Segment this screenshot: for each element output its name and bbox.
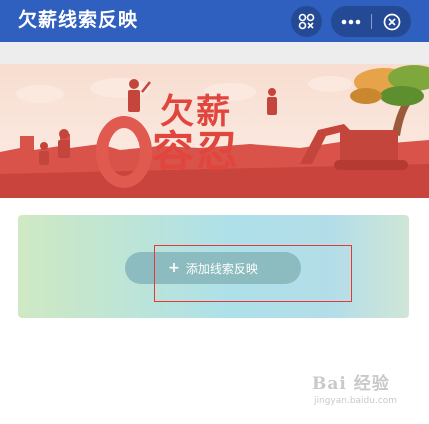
close-button[interactable] — [372, 6, 411, 37]
scan-button[interactable] — [291, 6, 322, 37]
more-button[interactable] — [331, 6, 371, 37]
header-separator — [0, 42, 429, 64]
add-clue-button-label: 添加线索反映 — [185, 261, 258, 276]
banner-image: 欠薪 0 容忍 — [0, 64, 429, 198]
add-clue-button[interactable]: + 添加线索反映 — [125, 252, 301, 284]
watermark: Bai 经验 jingyan.baidu.com — [312, 367, 412, 413]
plus-icon: + — [168, 260, 180, 276]
watermark-text: Bai 经验 — [312, 374, 390, 394]
watermark-url: jingyan.baidu.com — [314, 396, 398, 406]
nav-bar: 欠薪线索反映 — [0, 0, 429, 42]
more-dots-icon — [341, 19, 361, 24]
banner-headline-bottom: 容忍 — [152, 127, 241, 176]
mini-program-capsule — [331, 6, 411, 37]
close-circle-icon — [383, 13, 400, 30]
action-card: + 添加线索反映 — [18, 215, 409, 318]
scan-code-icon — [298, 13, 315, 30]
page-title: 欠薪线索反映 — [18, 9, 139, 31]
